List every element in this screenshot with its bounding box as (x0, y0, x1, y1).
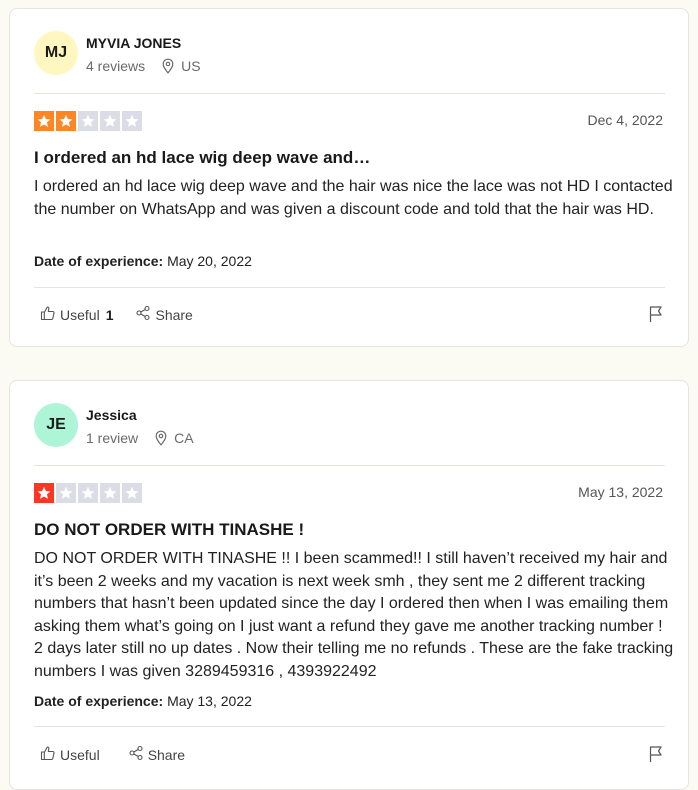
reviewer-name[interactable]: Jessica (86, 407, 137, 423)
review-date: May 13, 2022 (578, 484, 663, 500)
star-rating (34, 483, 142, 503)
reviewer-country: CA (174, 430, 194, 446)
divider (34, 287, 665, 288)
avatar[interactable]: JE (34, 403, 78, 447)
star-empty-icon (122, 483, 142, 503)
reviewer-meta: 1 review CA (86, 430, 194, 446)
review-date: Dec 4, 2022 (587, 112, 664, 128)
review-count: 1 review (86, 430, 139, 446)
star-filled-icon (56, 111, 76, 131)
star-empty-icon (100, 111, 120, 131)
review-body: DO NOT ORDER WITH TINASHE !! I been scam… (34, 550, 674, 680)
useful-count: 1 (105, 306, 114, 323)
review-count: 4 reviews (86, 58, 146, 74)
share-icon (135, 305, 151, 324)
useful-button[interactable]: Useful (40, 745, 106, 764)
reviewer-country: US (181, 58, 201, 74)
avatar[interactable]: MJ (34, 31, 78, 75)
divider (34, 726, 665, 727)
location-pin-icon (161, 58, 175, 74)
star-empty-icon (122, 111, 142, 131)
thumbs-up-icon (40, 305, 56, 324)
share-label: Share (147, 746, 186, 763)
date-of-experience-label: Date of experience: (34, 693, 164, 709)
review-title[interactable]: DO NOT ORDER WITH TINASHE ! (34, 520, 666, 540)
star-empty-icon (78, 111, 98, 131)
report-flag-icon[interactable] (648, 305, 664, 328)
review-card: MJ MYVIA JONES 4 reviews US Dec 4, 2022 … (9, 8, 689, 347)
useful-button[interactable]: Useful 1 (40, 305, 113, 324)
star-empty-icon (78, 483, 98, 503)
date-of-experience-label: Date of experience: (34, 253, 164, 269)
thumbs-up-icon (40, 745, 56, 764)
date-of-experience-value: May 20, 2022 (167, 253, 252, 269)
divider (34, 465, 665, 466)
review-body: I ordered an hd lace wig deep wave and t… (34, 178, 673, 218)
star-filled-icon (34, 483, 54, 503)
star-empty-icon (100, 483, 120, 503)
share-button[interactable]: Share (128, 745, 185, 764)
review-title[interactable]: I ordered an hd lace wig deep wave and… (34, 148, 666, 168)
location-pin-icon (154, 430, 168, 446)
share-label: Share (155, 306, 193, 323)
review-actions: Useful Share (40, 745, 207, 764)
date-of-experience: Date of experience: May 20, 2022 (34, 253, 252, 269)
useful-label: Useful (60, 306, 100, 323)
divider (34, 93, 665, 94)
review-card: JE Jessica 1 review CA May 13, 2022 DO N… (9, 380, 689, 790)
review-actions: Useful 1 Share (40, 305, 215, 324)
date-of-experience: Date of experience: May 13, 2022 (34, 693, 252, 709)
date-of-experience-value: May 13, 2022 (167, 693, 252, 709)
report-flag-icon[interactable] (648, 745, 664, 768)
reviewer-meta: 4 reviews US (86, 58, 201, 74)
share-button[interactable]: Share (135, 305, 193, 324)
star-empty-icon (56, 483, 76, 503)
star-rating (34, 111, 142, 131)
star-filled-icon (34, 111, 54, 131)
share-icon (128, 745, 144, 764)
useful-label: Useful (60, 746, 100, 763)
reviewer-name[interactable]: MYVIA JONES (86, 35, 181, 51)
